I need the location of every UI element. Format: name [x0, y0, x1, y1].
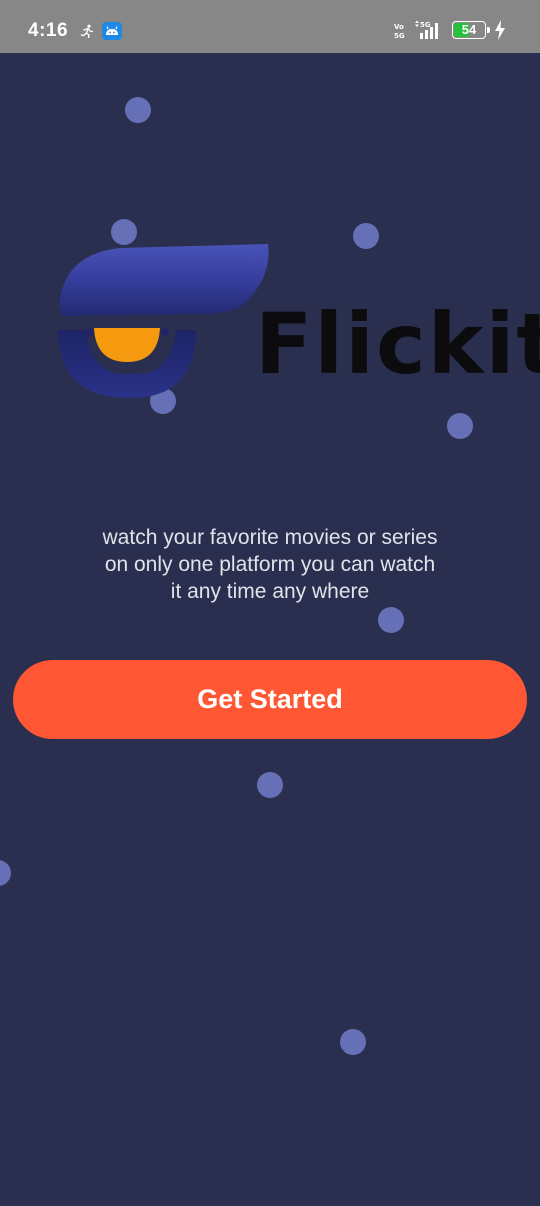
- battery-level: 54: [461, 22, 477, 37]
- svg-text:5G: 5G: [394, 32, 405, 39]
- tagline-line: watch your favorite movies or series: [102, 526, 438, 549]
- flickit-logo: Flickit: [50, 240, 540, 410]
- splash-screen: 4:16 Vo 5G 5G 54 Flickit watch your favo…: [0, 0, 540, 1206]
- floating-dot: [257, 772, 283, 798]
- activity-icon: [80, 24, 94, 38]
- logo-wordmark: Flickit: [255, 295, 540, 393]
- volte-icon: Vo 5G: [394, 23, 405, 39]
- charging-icon: [495, 20, 505, 40]
- floating-dot: [340, 1029, 366, 1055]
- svg-text:5G: 5G: [420, 21, 431, 29]
- tagline-line: on only one platform you can watch: [104, 553, 436, 576]
- tagline-line: it any time any where: [170, 580, 370, 603]
- get-started-button[interactable]: Get Started: [13, 660, 527, 739]
- floating-dot: [125, 97, 151, 123]
- floating-dot: [0, 860, 11, 886]
- logo-mark-icon: [58, 244, 269, 398]
- svg-text:Vo: Vo: [394, 23, 404, 31]
- tagline: watch your favorite movies or series on …: [40, 524, 500, 605]
- floating-dot: [378, 607, 404, 633]
- status-left-icons: [80, 22, 122, 40]
- floating-dot: [447, 413, 473, 439]
- battery-tip: [487, 27, 490, 33]
- status-bar: 4:16 Vo 5G 5G 54: [0, 0, 540, 53]
- signal-icon: 5G: [415, 20, 438, 39]
- app-notification-icon: [102, 22, 122, 40]
- status-time: 4:16: [28, 20, 69, 41]
- status-right-icons: Vo 5G 5G 54: [394, 20, 506, 40]
- battery-icon: 54: [452, 21, 490, 39]
